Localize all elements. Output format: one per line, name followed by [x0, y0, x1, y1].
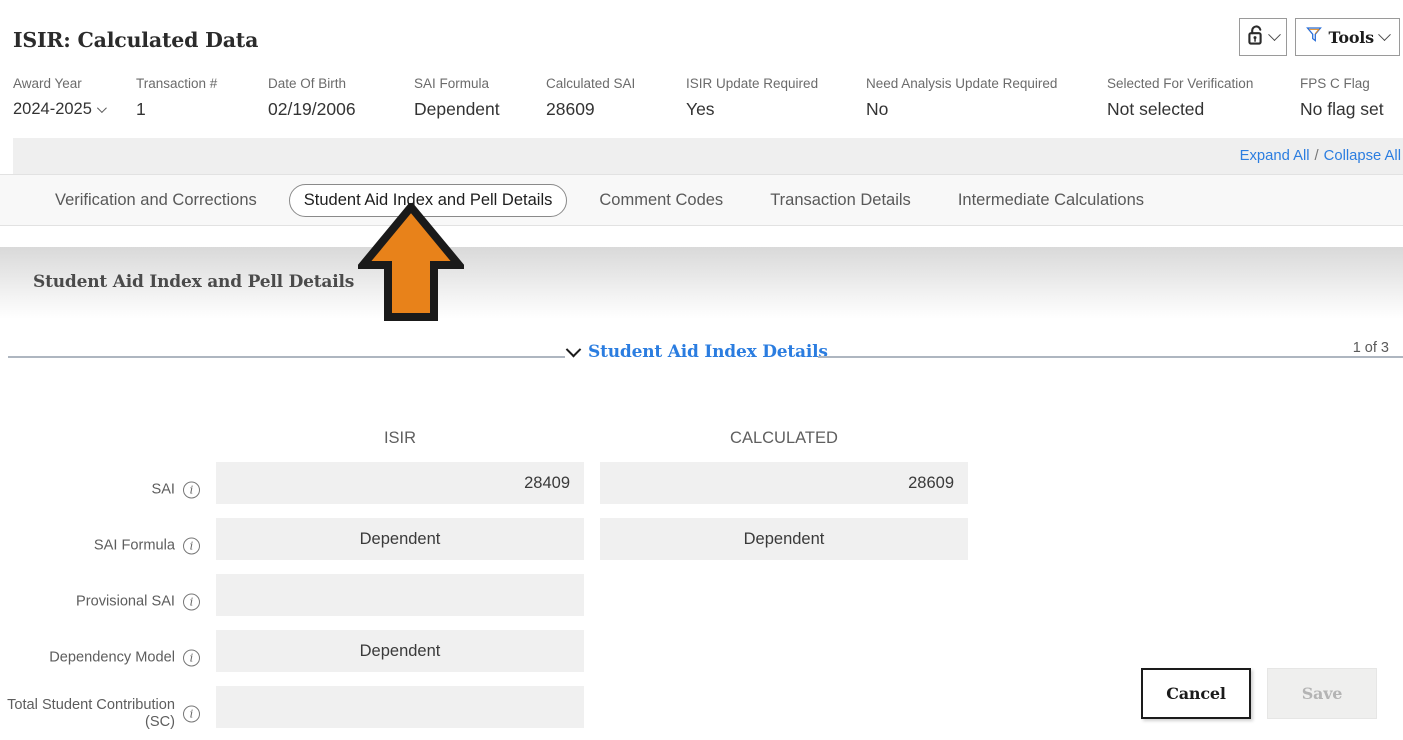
info-icon[interactable]: i	[183, 481, 200, 499]
chevron-down-icon	[1268, 27, 1282, 41]
page-title: ISIR: Calculated Data	[13, 28, 259, 52]
calculated-value-field[interactable]: Dependent	[600, 518, 968, 560]
isir-value-field[interactable]: Dependent	[216, 630, 584, 672]
info-icon[interactable]: i	[183, 593, 200, 611]
detail-row-label: SAI Formula	[93, 537, 175, 554]
summary-field-value: 28609	[546, 99, 595, 119]
info-icon[interactable]: i	[183, 537, 200, 555]
expand-collapse-bar: Expand All / Collapse All	[13, 138, 1403, 174]
isir-value-field[interactable]	[216, 686, 584, 728]
tools-button[interactable]: Tools	[1295, 18, 1400, 56]
summary-field-label: ISIR Update Required	[686, 76, 819, 91]
info-icon[interactable]: i	[183, 649, 200, 667]
column-header-calculated: CALCULATED	[730, 429, 838, 447]
column-header-isir: ISIR	[383, 429, 417, 447]
summary-field-value: No	[866, 99, 889, 119]
summary-field-label: Transaction #	[136, 76, 218, 91]
detail-row-label: Dependency Model	[49, 649, 175, 666]
summary-field: FPS C Flag No flag set	[1300, 76, 1384, 119]
detail-row: Provisional SAI i	[0, 574, 1403, 630]
summary-field-value: 1	[136, 99, 146, 119]
isir-value-field[interactable]: 28409	[216, 462, 584, 504]
top-action-bar: Tools	[1239, 18, 1400, 56]
award-year-dropdown[interactable]: 2024-2025	[13, 99, 107, 119]
student-aid-index-details-label: Student Aid Index Details	[588, 342, 828, 362]
tab-transaction-details[interactable]: Transaction Details	[755, 184, 926, 217]
lock-button[interactable]	[1239, 18, 1288, 56]
summary-field-label: FPS C Flag	[1300, 76, 1370, 91]
section-title: Student Aid Index and Pell Details	[33, 272, 355, 292]
info-icon[interactable]: i	[183, 705, 200, 723]
summary-field-value: Yes	[686, 99, 715, 119]
summary-field-strip: Award Year 2024-2025 Transaction # 1 Date Of…	[0, 76, 1403, 132]
link-separator: /	[1314, 148, 1319, 164]
summary-field-value: Dependent	[414, 99, 500, 119]
summary-field-label: Selected For Verification	[1107, 76, 1254, 91]
summary-field-value: 2024-2025	[13, 100, 92, 118]
summary-field: Need Analysis Update Required No	[866, 76, 1057, 119]
summary-field-value: No flag set	[1300, 99, 1384, 119]
detail-row: SAI Formula i Dependent Dependent	[0, 518, 1403, 574]
chevron-down-icon	[96, 102, 107, 113]
summary-field-label: Award Year	[13, 76, 82, 91]
detail-row-label: Provisional SAI	[76, 593, 175, 610]
tools-button-label: Tools	[1328, 27, 1374, 47]
footer-button-group: Cancel Save	[1141, 668, 1377, 719]
chevron-down-icon	[1378, 27, 1391, 41]
summary-field: Date Of Birth 02/19/2006	[268, 76, 356, 119]
detail-row-label: Total Student Contribution (SC)	[7, 697, 175, 730]
tab-verification-and-corrections[interactable]: Verification and Corrections	[40, 184, 272, 217]
divider-line-left	[8, 356, 565, 358]
tab-bar: Verification and Corrections Student Aid …	[0, 174, 1403, 226]
detail-row-label: SAI	[151, 481, 175, 498]
student-aid-index-details-toggle[interactable]: Student Aid Index Details	[565, 341, 828, 362]
isir-value-field[interactable]	[216, 574, 584, 616]
tab-comment-codes[interactable]: Comment Codes	[584, 184, 738, 217]
expand-all-link[interactable]: Expand All	[1240, 148, 1310, 164]
calculated-value-field[interactable]: 28609	[600, 462, 968, 504]
filter-funnel-icon	[1306, 26, 1323, 48]
summary-field-label: Date Of Birth	[268, 76, 347, 91]
summary-field: Selected For Verification Not selected	[1107, 76, 1253, 119]
section-pager: 1 of 3	[1352, 340, 1389, 356]
summary-field-label: SAI Formula	[414, 76, 490, 91]
divider-line-right	[818, 356, 1403, 358]
summary-field: Award Year 2024-2025	[13, 76, 107, 119]
collapse-all-link[interactable]: Collapse All	[1324, 148, 1401, 164]
isir-value-field[interactable]: Dependent	[216, 518, 584, 560]
summary-field: ISIR Update Required Yes	[686, 76, 818, 119]
isir-calculated-data-page: ISIR: Calculated Data Tools Award Year 2…	[0, 0, 1403, 740]
unlock-icon	[1247, 24, 1266, 51]
tab-student-aid-index-and-pell-details[interactable]: Student Aid Index and Pell Details	[288, 183, 568, 217]
summary-field: Calculated SAI 28609	[546, 76, 635, 119]
detail-row: SAI i 28409 28609	[0, 462, 1403, 518]
summary-field: Transaction # 1	[136, 76, 217, 119]
chevron-down-icon	[565, 341, 582, 357]
student-aid-index-details-divider: Student Aid Index Details 1 of 3	[0, 340, 1403, 372]
save-button: Save	[1267, 668, 1377, 719]
summary-field-value: 02/19/2006	[268, 99, 356, 119]
tab-intermediate-calculations[interactable]: Intermediate Calculations	[943, 184, 1159, 217]
summary-field: SAI Formula Dependent	[414, 76, 500, 119]
summary-field-label: Calculated SAI	[546, 76, 636, 91]
cancel-button[interactable]: Cancel	[1141, 668, 1251, 719]
summary-field-label: Need Analysis Update Required	[866, 76, 1058, 91]
summary-field-value: Not selected	[1107, 99, 1205, 119]
